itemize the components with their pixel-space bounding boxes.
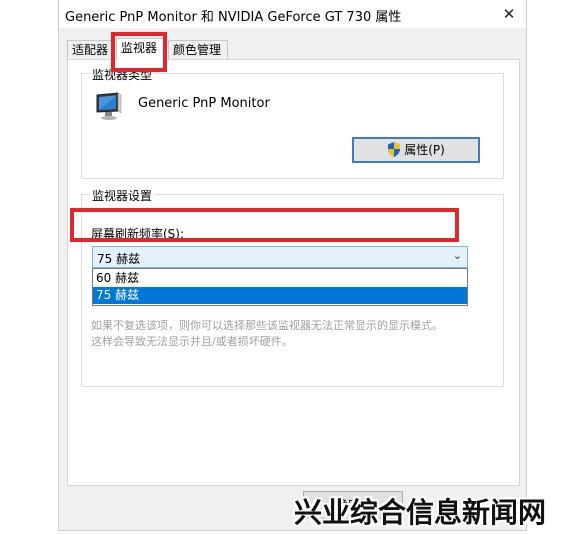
refresh-rate-selected-value: 75 赫兹 xyxy=(97,252,141,266)
highlight-monitor-tab xyxy=(111,32,167,72)
tab-color-management[interactable]: 颜色管理 xyxy=(168,40,228,59)
refresh-rate-warning: 如果不复选该项，则你可以选择那些该监视器无法正常显示的显示模式。 这样会导致无法… xyxy=(91,318,443,350)
warning-line-1: 如果不复选该项，则你可以选择那些该监视器无法正常显示的显示模式。 xyxy=(91,319,443,332)
monitor-type-group: 监视器类型 Generic PnP Monitor 属性(P) xyxy=(81,66,504,179)
monitor-name: Generic PnP Monitor xyxy=(138,96,270,111)
properties-button[interactable]: 属性(P) xyxy=(352,137,480,163)
tab-adapter[interactable]: 适配器 xyxy=(67,40,114,59)
properties-button-label: 属性(P) xyxy=(404,143,445,157)
monitor-tab-panel: 监视器类型 Generic PnP Monitor 属性(P) 监视器设置 屏幕… xyxy=(67,59,520,486)
monitor-settings-legend: 监视器设置 xyxy=(90,187,155,204)
refresh-rate-option-75[interactable]: 75 赫兹 xyxy=(93,287,467,304)
highlight-refresh-rate-label xyxy=(70,208,459,242)
monitor-icon xyxy=(96,92,122,120)
chevron-down-icon: ⌄ xyxy=(452,249,462,262)
refresh-rate-option-60[interactable]: 60 赫兹 xyxy=(93,270,467,287)
refresh-rate-dropdown[interactable]: 75 赫兹 ⌄ xyxy=(92,246,468,268)
warning-line-2: 这样会导致无法显示并且/或者损坏硬件。 xyxy=(91,335,293,348)
uac-shield-icon xyxy=(388,142,401,157)
window-title: Generic PnP Monitor 和 NVIDIA GeForce GT … xyxy=(65,10,402,25)
title-bar: Generic PnP Monitor 和 NVIDIA GeForce GT … xyxy=(59,0,526,28)
close-button[interactable]: ✕ xyxy=(492,0,526,28)
watermark-text: 兴业综合信息新闻网 xyxy=(294,496,547,529)
refresh-rate-options-list: 60 赫兹 75 赫兹 xyxy=(92,268,468,306)
properties-dialog: Generic PnP Monitor 和 NVIDIA GeForce GT … xyxy=(58,0,527,531)
